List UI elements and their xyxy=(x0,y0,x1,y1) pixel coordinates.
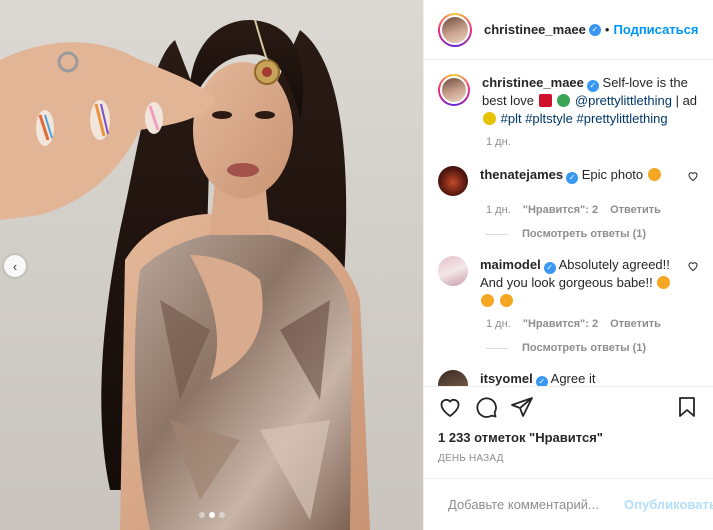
commenter-avatar[interactable] xyxy=(438,166,468,196)
author-avatar[interactable] xyxy=(438,12,472,47)
comment-body: Epic photo xyxy=(581,167,644,182)
comment-time[interactable]: 1 дн. xyxy=(486,318,511,330)
caption-suffix: | ad xyxy=(675,93,698,108)
post-photo: ‹ xyxy=(0,0,423,530)
author-avatar[interactable] xyxy=(438,74,470,106)
eyes-emoji-icon xyxy=(557,94,571,107)
view-replies-label: Посмотреть ответы (1) xyxy=(522,342,647,354)
comment-meta: 1 дн. "Нравится": 2 Ответить xyxy=(486,318,699,330)
add-comment-bar: Опубликовать xyxy=(424,478,713,530)
comment-item: thenatejames ✓ Epic photo xyxy=(438,166,699,196)
post-header: christinee_maee ✓ • Подписаться xyxy=(424,0,713,60)
comment-username[interactable]: maimodel xyxy=(480,257,541,272)
caption-mention-link[interactable]: @prettylittlething xyxy=(575,93,672,108)
comment-time[interactable]: 1 дн. xyxy=(486,204,511,216)
comment-username[interactable]: itsyomel xyxy=(480,371,533,386)
caption-time[interactable]: 1 дн. xyxy=(486,136,511,148)
comment-like-icon[interactable] xyxy=(687,260,699,272)
replies-line xyxy=(486,347,508,349)
reply-button[interactable]: Ответить xyxy=(610,204,661,216)
comment-input[interactable] xyxy=(448,497,624,512)
prev-photo-button[interactable]: ‹ xyxy=(4,255,26,277)
heart-emoji-icon xyxy=(538,94,552,107)
action-bar xyxy=(424,386,713,426)
caption-username[interactable]: christinee_maee xyxy=(482,75,584,90)
comment-item: itsyomel ✓ Agree it xyxy=(438,370,699,386)
heart-eyes-emoji-icon xyxy=(657,276,671,289)
photo-illustration xyxy=(0,19,370,530)
publish-button[interactable]: Опубликовать xyxy=(624,497,713,512)
likes-count[interactable]: 1 233 отметок "Нравится" xyxy=(424,426,713,445)
view-replies-label: Посмотреть ответы (1) xyxy=(522,228,647,240)
comment-text: maimodel ✓ Absolutely agreed!! And you lo… xyxy=(480,256,687,310)
caption-text: christinee_maee ✓ Self-love is the best l… xyxy=(482,74,699,128)
heart-icon[interactable] xyxy=(438,395,462,419)
caption-hashtags[interactable]: #plt #pltstyle #prettylittlething xyxy=(501,111,668,126)
comment-like-icon[interactable] xyxy=(687,170,699,182)
paper-plane-icon[interactable] xyxy=(510,395,534,419)
commenter-avatar[interactable] xyxy=(438,370,468,386)
comment-meta: 1 дн. "Нравится": 2 Ответить xyxy=(486,204,699,216)
chevron-left-icon: ‹ xyxy=(12,258,18,274)
reply-button[interactable]: Ответить xyxy=(610,318,661,330)
comment-like-count[interactable]: "Нравится": 2 xyxy=(523,318,598,330)
post-modal: ‹ christinee_maee ✓ • Подписаться christ… xyxy=(0,0,713,530)
comment-username[interactable]: thenatejames xyxy=(480,167,563,182)
bookmark-icon[interactable] xyxy=(675,395,699,419)
separator-dot: • xyxy=(604,22,610,37)
verified-icon: ✓ xyxy=(535,376,548,386)
caption: christinee_maee ✓ Self-love is the best l… xyxy=(438,74,699,128)
view-replies-button[interactable]: Посмотреть ответы (1) xyxy=(486,342,699,354)
carousel-dot xyxy=(198,512,205,518)
comment-text: thenatejames ✓ Epic photo xyxy=(480,166,687,184)
carousel-dot xyxy=(218,512,225,518)
comment-like-count[interactable]: "Нравится": 2 xyxy=(523,204,598,216)
author-username[interactable]: christinee_maee xyxy=(484,22,586,37)
verified-icon: ✓ xyxy=(586,80,599,92)
comments-list: christinee_maee ✓ Self-love is the best l… xyxy=(424,60,713,386)
follow-button[interactable]: Подписаться xyxy=(613,22,698,37)
heart-eyes-emoji-icon xyxy=(499,294,513,307)
verified-icon: ✓ xyxy=(588,23,601,36)
comment-text: itsyomel ✓ Agree it xyxy=(480,370,699,386)
sparkles-emoji-icon xyxy=(483,112,496,125)
comment-body: Agree it xyxy=(550,371,596,386)
verified-icon: ✓ xyxy=(543,262,556,274)
post-timestamp[interactable]: ДЕНЬ НАЗАД xyxy=(424,445,713,464)
caption-meta: 1 дн. xyxy=(486,136,699,148)
post-side-panel: christinee_maee ✓ • Подписаться christin… xyxy=(423,0,713,530)
heart-eyes-emoji-icon xyxy=(481,294,494,307)
carousel-indicator xyxy=(0,512,423,518)
view-replies-button[interactable]: Посмотреть ответы (1) xyxy=(486,228,699,240)
verified-icon: ✓ xyxy=(566,172,579,184)
replies-line xyxy=(486,233,508,235)
comment-item: maimodel ✓ Absolutely agreed!! And you lo… xyxy=(438,256,699,310)
heart-eyes-emoji-icon xyxy=(647,168,661,181)
carousel-dot-active xyxy=(208,512,215,518)
speech-bubble-icon[interactable] xyxy=(474,395,498,419)
commenter-avatar[interactable] xyxy=(438,256,468,286)
